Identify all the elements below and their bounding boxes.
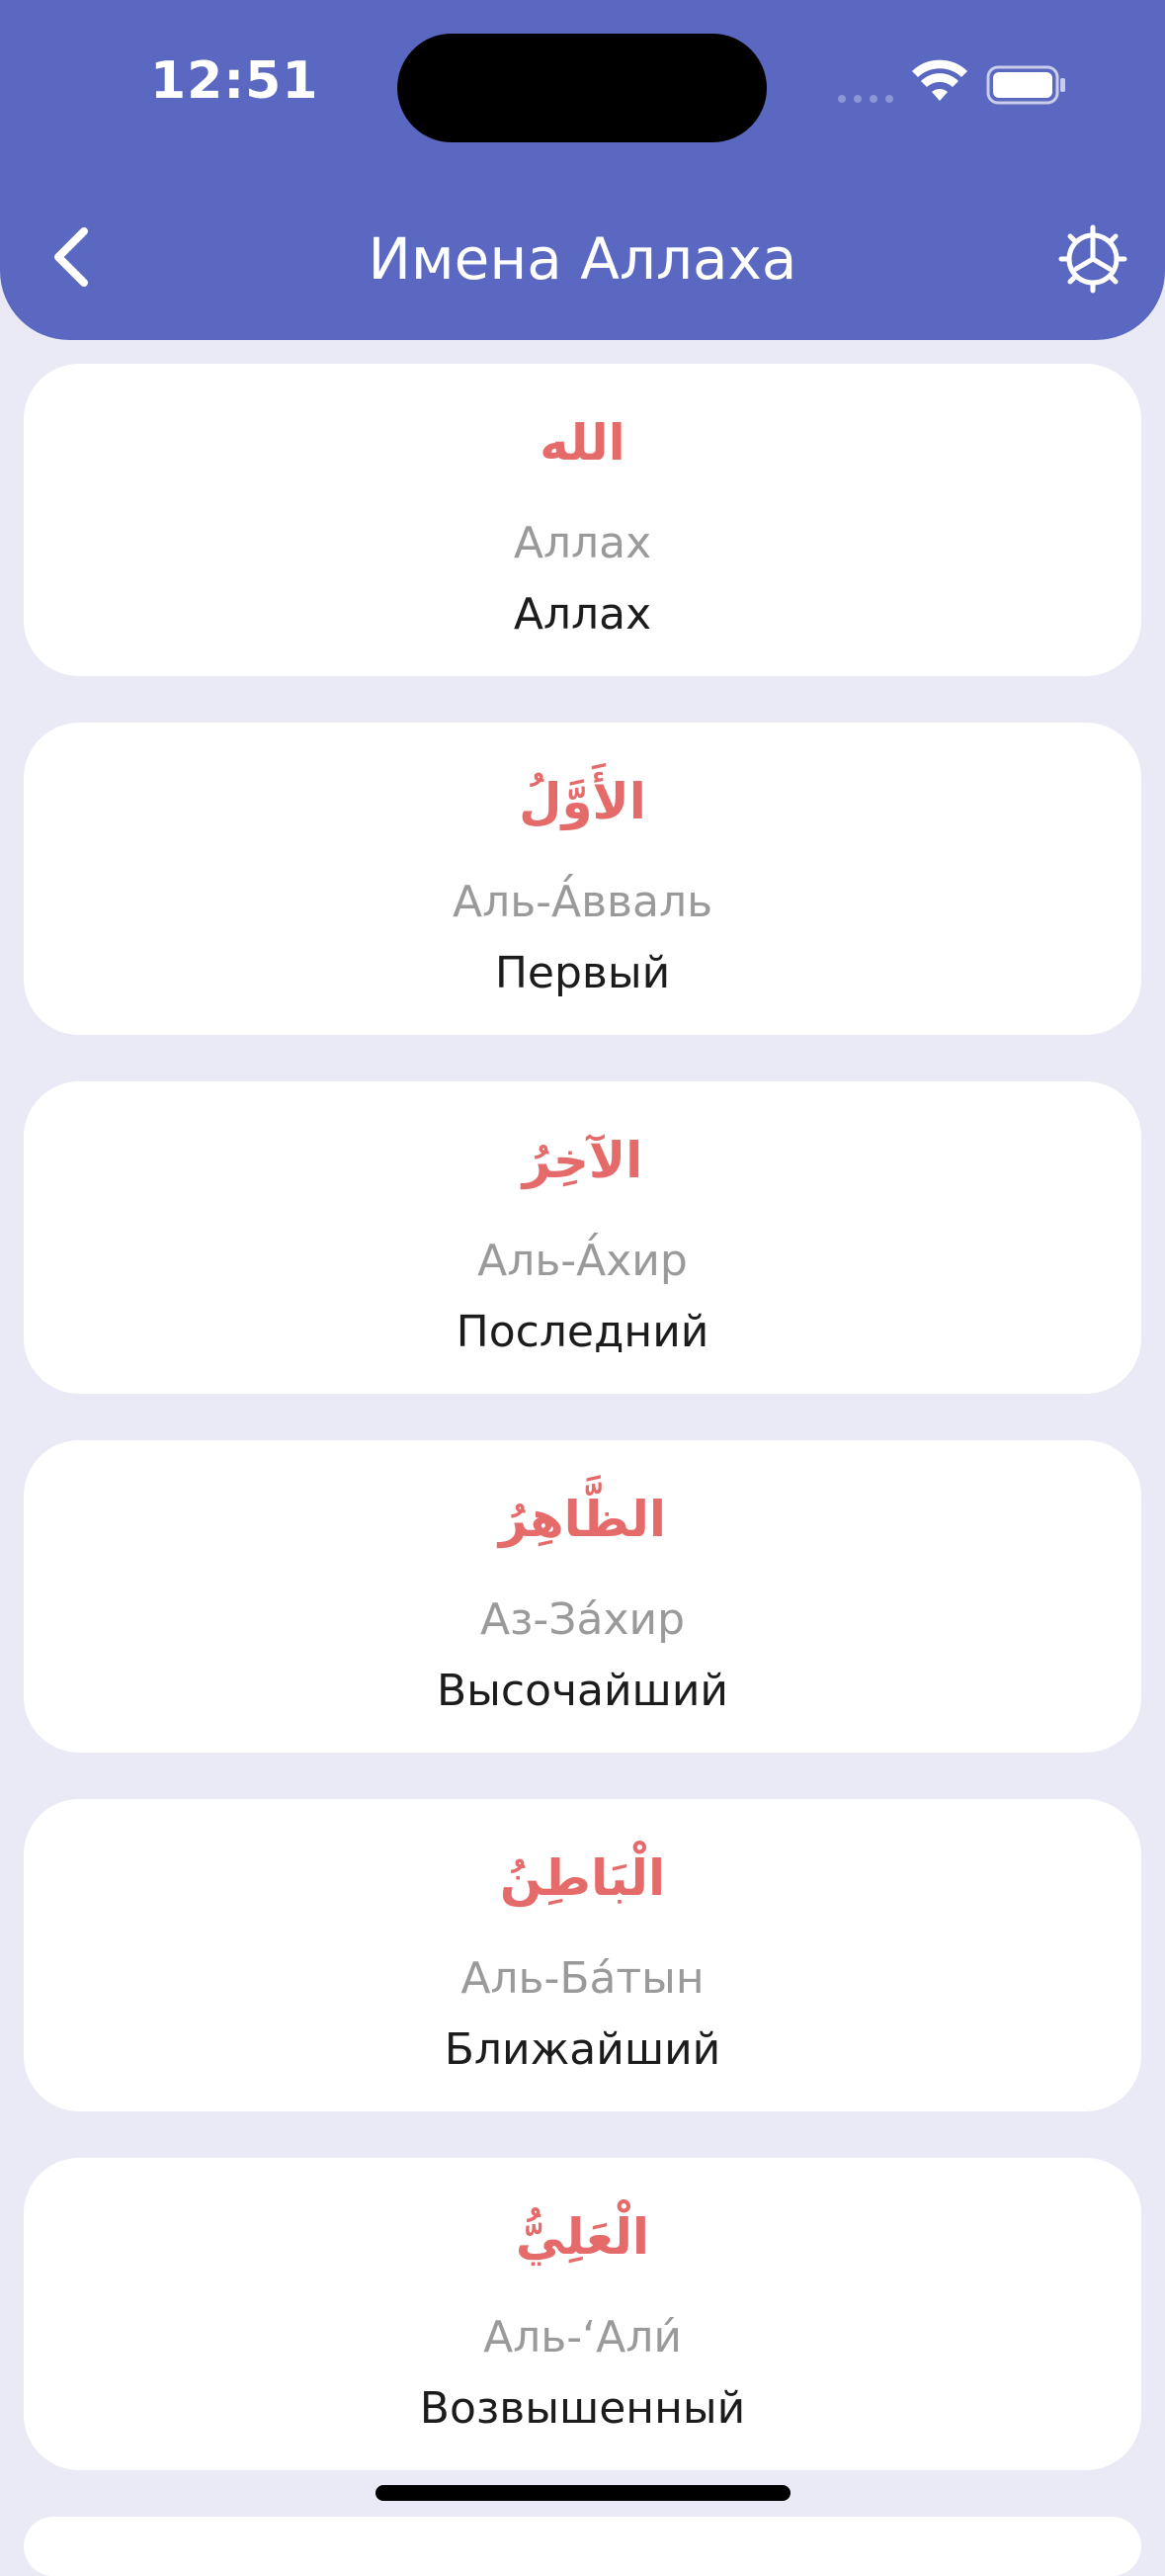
arabic-name: الله bbox=[540, 414, 625, 472]
cellular-signal-icon bbox=[838, 95, 893, 103]
name-card[interactable]: الآخِرُ Аль-А́хир Последний bbox=[24, 1081, 1141, 1394]
meaning: Возвышенный bbox=[419, 2383, 746, 2434]
transliteration: Аз-За́хир bbox=[479, 1594, 686, 1645]
arabic-name: الظَّاهِرُ bbox=[498, 1491, 667, 1548]
transliteration: Аль-Ба́тын bbox=[460, 1953, 705, 2004]
back-button[interactable] bbox=[36, 219, 105, 295]
transliteration: Аллах bbox=[513, 518, 652, 568]
name-card[interactable]: الْبَاطِنُ Аль-Ба́тын Ближайший bbox=[24, 1799, 1141, 2111]
gear-icon bbox=[1058, 224, 1127, 294]
chevron-left-icon bbox=[54, 227, 88, 287]
arabic-name: الْعَلِيُّ bbox=[515, 2208, 650, 2266]
name-card[interactable]: الله Аллах Аллах bbox=[24, 364, 1141, 676]
home-indicator bbox=[375, 2485, 791, 2501]
name-card[interactable]: الأَوَّلُ Аль-А́вваль Первый bbox=[24, 723, 1141, 1035]
transliteration: Аль-А́хир bbox=[477, 1236, 688, 1286]
wifi-icon bbox=[912, 59, 967, 101]
settings-button[interactable] bbox=[1053, 219, 1132, 299]
meaning: Ближайший bbox=[444, 2024, 721, 2075]
meaning: Аллах bbox=[513, 589, 652, 640]
meaning: Последний bbox=[456, 1307, 709, 1357]
transliteration: Аль-А́вваль bbox=[452, 877, 712, 927]
meaning: Первый bbox=[494, 948, 671, 998]
status-time: 12:51 bbox=[150, 51, 319, 111]
arabic-name: الْبَاطِنُ bbox=[499, 1849, 666, 1907]
page-title: Имена Аллаха bbox=[368, 225, 797, 293]
dynamic-island bbox=[397, 34, 767, 142]
battery-icon bbox=[986, 65, 1065, 105]
name-card-partial[interactable] bbox=[24, 2517, 1141, 2576]
arabic-name: الأَوَّلُ bbox=[519, 773, 646, 830]
name-card[interactable]: الظَّاهِرُ Аз-За́хир Высочайший bbox=[24, 1440, 1141, 1753]
meaning: Высочайший bbox=[436, 1666, 729, 1716]
transliteration: Аль-‘Али́ bbox=[483, 2312, 682, 2362]
name-card[interactable]: الْعَلِيُّ Аль-‘Али́ Возвышенный bbox=[24, 2158, 1141, 2470]
arabic-name: الآخِرُ bbox=[522, 1132, 643, 1189]
app-header: 12:51 Имена Аллаха bbox=[0, 0, 1165, 340]
